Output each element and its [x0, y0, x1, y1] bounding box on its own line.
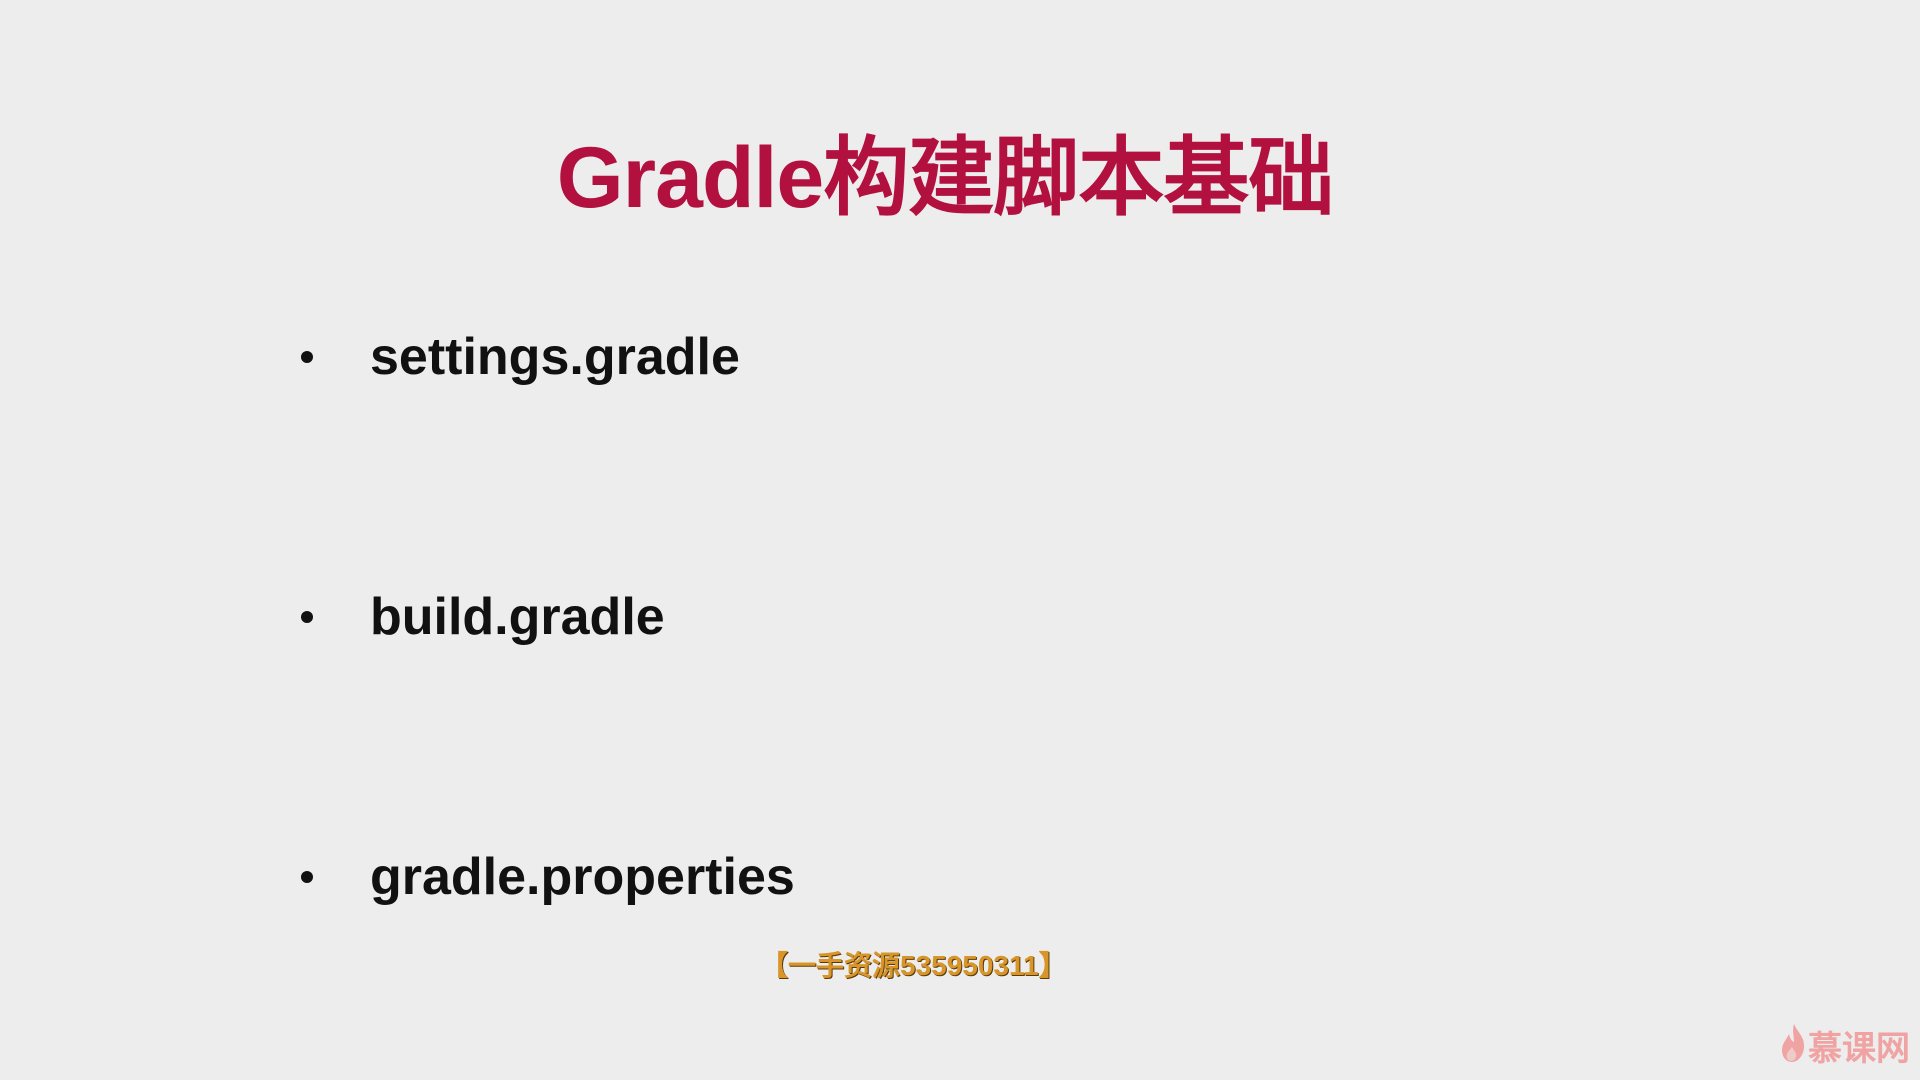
bullet-text: build.gradle — [370, 588, 665, 646]
bullet-item-build: build.gradle — [290, 582, 665, 652]
slide: Gradle构建脚本基础 settings.gradle build.gradl… — [0, 0, 1920, 1080]
brand-logo: 慕课网 — [1780, 1023, 1910, 1074]
bullet-item-properties: gradle.properties — [290, 842, 795, 912]
bullet-dot-icon — [301, 611, 313, 623]
bullet-dot-icon — [301, 871, 313, 883]
bullet-text: gradle.properties — [370, 848, 795, 906]
bullet-text: settings.gradle — [370, 328, 740, 386]
logo-text: 慕课网 — [1808, 1029, 1910, 1068]
bullet-item-settings: settings.gradle — [290, 322, 740, 392]
watermark-text: 【一手资源535950311】 — [760, 950, 1067, 981]
flame-icon — [1780, 1023, 1808, 1074]
bullet-dot-icon — [301, 351, 313, 363]
bullet-list: settings.gradle build.gradle gradle.prop… — [290, 0, 1490, 1080]
